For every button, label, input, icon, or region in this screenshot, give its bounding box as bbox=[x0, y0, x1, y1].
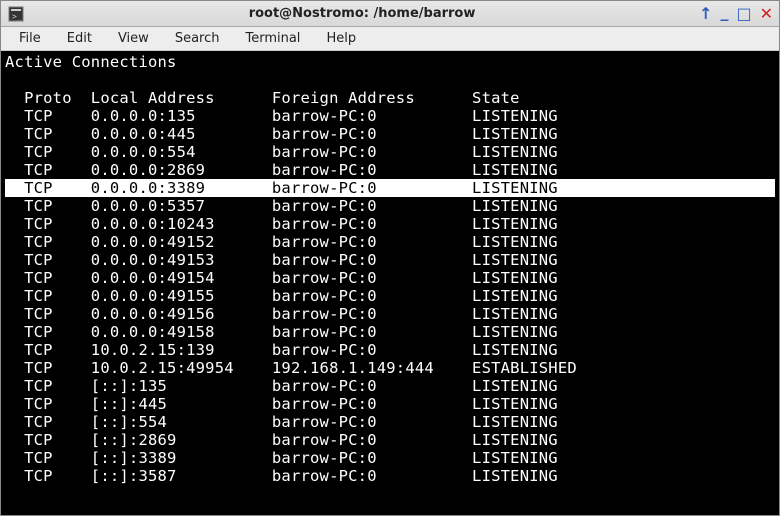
connection-row: TCP 0.0.0.0:49156 barrow-PC:0 LISTENING bbox=[5, 305, 775, 323]
connection-row: TCP 10.0.2.15:49954 192.168.1.149:444 ES… bbox=[5, 359, 775, 377]
connection-row: TCP 0.0.0.0:49153 barrow-PC:0 LISTENING bbox=[5, 251, 775, 269]
titlebar[interactable]: >_ root@Nostromo: /home/barrow ↑ _ □ ✕ bbox=[1, 1, 779, 27]
rollup-button[interactable]: ↑ bbox=[699, 6, 712, 22]
blank-line bbox=[5, 71, 775, 89]
connection-row: TCP [::]:2869 barrow-PC:0 LISTENING bbox=[5, 431, 775, 449]
connection-row: TCP 0.0.0.0:445 barrow-PC:0 LISTENING bbox=[5, 125, 775, 143]
connection-row: TCP [::]:445 barrow-PC:0 LISTENING bbox=[5, 395, 775, 413]
svg-text:>_: >_ bbox=[12, 12, 22, 21]
terminal-output[interactable]: Active Connections Proto Local Address F… bbox=[1, 51, 779, 515]
connection-row: TCP 0.0.0.0:3389 barrow-PC:0 LISTENING bbox=[5, 179, 775, 197]
connection-row: TCP 0.0.0.0:49154 barrow-PC:0 LISTENING bbox=[5, 269, 775, 287]
terminal-window: >_ root@Nostromo: /home/barrow ↑ _ □ ✕ F… bbox=[0, 0, 780, 516]
connection-row: TCP 0.0.0.0:135 barrow-PC:0 LISTENING bbox=[5, 107, 775, 125]
menu-search[interactable]: Search bbox=[163, 29, 232, 48]
minimize-button[interactable]: _ bbox=[720, 4, 728, 20]
output-heading: Active Connections bbox=[5, 53, 775, 71]
window-controls: ↑ _ □ ✕ bbox=[699, 6, 773, 22]
column-header: Proto Local Address Foreign Address Stat… bbox=[5, 89, 775, 107]
system-menu-icon[interactable]: >_ bbox=[7, 5, 25, 23]
menu-edit[interactable]: Edit bbox=[55, 29, 104, 48]
connection-row: TCP 0.0.0.0:10243 barrow-PC:0 LISTENING bbox=[5, 215, 775, 233]
menu-file[interactable]: File bbox=[7, 29, 53, 48]
connection-row: TCP 0.0.0.0:49158 barrow-PC:0 LISTENING bbox=[5, 323, 775, 341]
maximize-button[interactable]: □ bbox=[736, 6, 751, 22]
menubar: File Edit View Search Terminal Help bbox=[1, 27, 779, 51]
connection-row: TCP 0.0.0.0:49152 barrow-PC:0 LISTENING bbox=[5, 233, 775, 251]
connection-row: TCP [::]:135 barrow-PC:0 LISTENING bbox=[5, 377, 775, 395]
connection-row: TCP 0.0.0.0:2869 barrow-PC:0 LISTENING bbox=[5, 161, 775, 179]
menu-view[interactable]: View bbox=[106, 29, 161, 48]
menu-help[interactable]: Help bbox=[314, 29, 368, 48]
window-title: root@Nostromo: /home/barrow bbox=[25, 6, 699, 21]
connection-row: TCP 0.0.0.0:554 barrow-PC:0 LISTENING bbox=[5, 143, 775, 161]
connection-row: TCP 0.0.0.0:49155 barrow-PC:0 LISTENING bbox=[5, 287, 775, 305]
connection-row: TCP [::]:3587 barrow-PC:0 LISTENING bbox=[5, 467, 775, 485]
connection-row: TCP [::]:3389 barrow-PC:0 LISTENING bbox=[5, 449, 775, 467]
connection-row: TCP 10.0.2.15:139 barrow-PC:0 LISTENING bbox=[5, 341, 775, 359]
connection-row: TCP [::]:554 barrow-PC:0 LISTENING bbox=[5, 413, 775, 431]
close-button[interactable]: ✕ bbox=[760, 6, 773, 22]
connection-row: TCP 0.0.0.0:5357 barrow-PC:0 LISTENING bbox=[5, 197, 775, 215]
menu-terminal[interactable]: Terminal bbox=[233, 29, 312, 48]
